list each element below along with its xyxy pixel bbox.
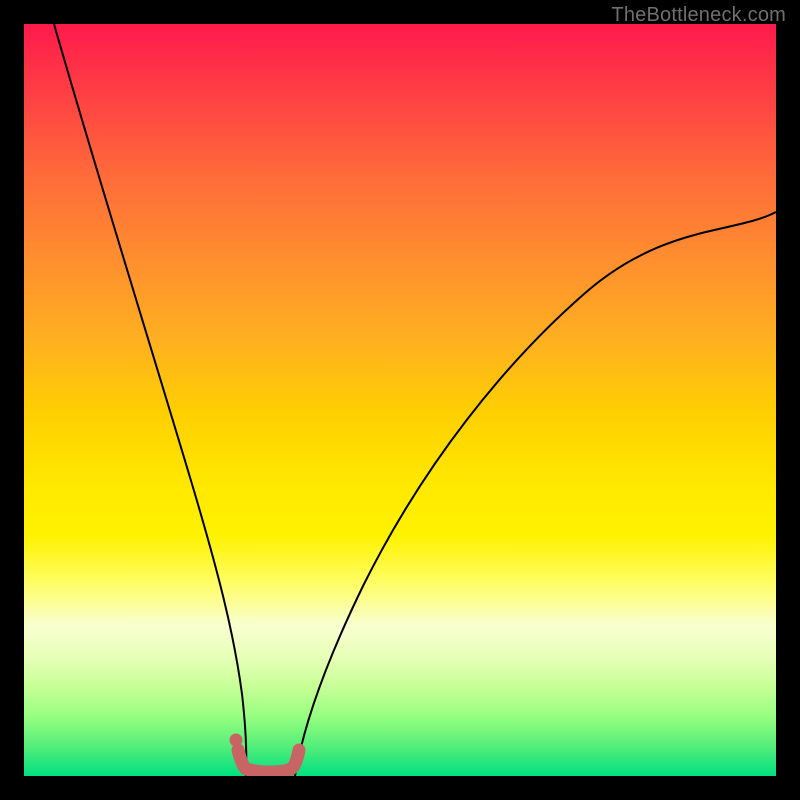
watermark-text: TheBottleneck.com [611, 4, 786, 27]
dot-marker [230, 734, 243, 747]
right-curve [295, 212, 776, 776]
chart-svg [24, 24, 776, 776]
chart-area [24, 24, 776, 776]
left-curve [54, 24, 246, 776]
